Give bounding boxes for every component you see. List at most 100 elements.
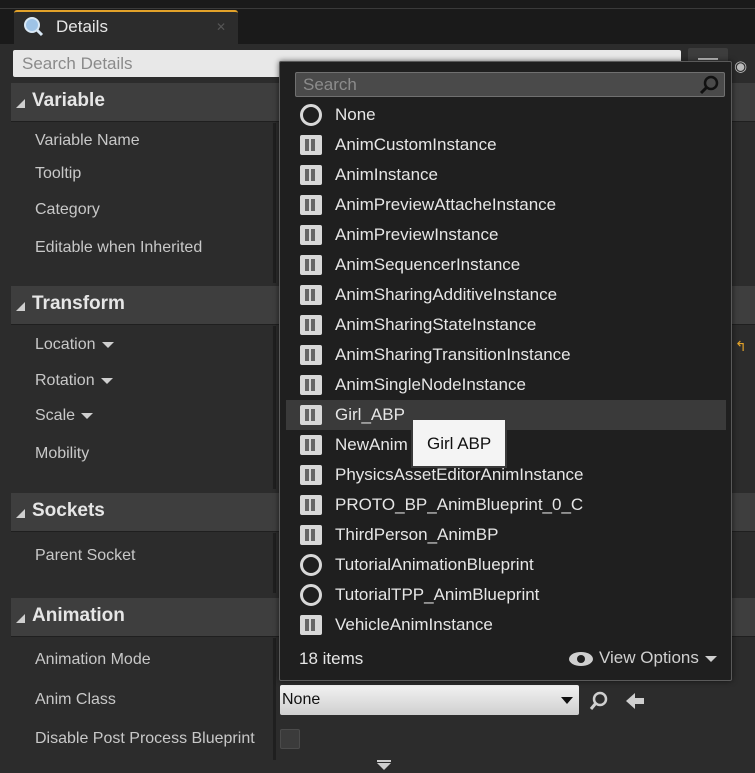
anim-blueprint-icon xyxy=(300,375,322,395)
anim-class-value: None xyxy=(282,691,321,708)
dropdown-search-placeholder: Search xyxy=(303,75,357,94)
dropdown-item-label: VehicleAnimInstance xyxy=(335,615,493,634)
tab-close-icon[interactable]: ✕ xyxy=(216,20,226,34)
column-divider[interactable] xyxy=(273,326,276,489)
collapse-triangle-icon xyxy=(16,99,25,108)
dropdown-list-item[interactable]: AnimPreviewAttacheInstance xyxy=(286,190,726,220)
prop-rotation[interactable]: Rotation xyxy=(35,372,113,390)
none-ring-icon xyxy=(300,584,322,606)
browse-asset-icon[interactable] xyxy=(588,690,610,712)
chevron-down-icon xyxy=(81,412,94,419)
prop-rotation-label: Rotation xyxy=(35,372,95,389)
chevron-down-icon xyxy=(704,655,717,662)
anim-blueprint-icon xyxy=(300,615,322,635)
view-options-button[interactable]: View Options xyxy=(569,648,717,668)
anim-blueprint-icon xyxy=(300,405,322,425)
anim-blueprint-icon xyxy=(300,345,322,365)
prop-scale[interactable]: Scale xyxy=(35,407,94,425)
anim-class-combo[interactable]: None xyxy=(280,685,579,715)
dropdown-list-item[interactable]: AnimCustomInstance xyxy=(286,130,726,160)
magnifier-icon xyxy=(24,17,44,37)
dropdown-list-item[interactable]: AnimInstance xyxy=(286,160,726,190)
dropdown-item-label: AnimSingleNodeInstance xyxy=(335,375,526,394)
chevron-down-icon xyxy=(100,377,113,384)
dropdown-item-label: PhysicsAssetEditorAnimInstance xyxy=(335,465,584,484)
dropdown-list-item[interactable]: TutorialTPP_AnimBlueprint xyxy=(286,580,726,610)
details-search-placeholder: Search Details xyxy=(22,54,133,73)
dropdown-list-item[interactable]: AnimSharingAdditiveInstance xyxy=(286,280,726,310)
section-title: Transform xyxy=(32,293,125,314)
dropdown-list-item[interactable]: AnimSingleNodeInstance xyxy=(286,370,726,400)
dropdown-item-label: AnimCustomInstance xyxy=(335,135,497,154)
dropdown-item-label: ThirdPerson_AnimBP xyxy=(335,525,499,544)
dropdown-item-label: AnimInstance xyxy=(335,165,438,184)
section-title: Sockets xyxy=(32,500,105,521)
prop-disable-post-process: Disable Post Process Blueprint xyxy=(35,730,255,747)
prop-mobility: Mobility xyxy=(35,445,90,462)
dropdown-search-input[interactable]: Search xyxy=(295,72,725,97)
tab-bar-divider xyxy=(0,8,755,9)
collapse-triangle-icon xyxy=(16,509,25,518)
dropdown-item-label: TutorialAnimationBlueprint xyxy=(335,555,534,574)
dropdown-list-item[interactable]: AnimPreviewInstance xyxy=(286,220,726,250)
disable-post-process-checkbox[interactable] xyxy=(280,729,300,749)
reset-to-default-icon[interactable]: ↰ xyxy=(735,338,747,355)
dropdown-item-label: PROTO_BP_AnimBlueprint_0_C xyxy=(335,495,584,514)
none-ring-icon xyxy=(300,554,322,576)
dropdown-list-item[interactable]: ThirdPerson_AnimBP xyxy=(286,520,726,550)
collapse-triangle-icon xyxy=(16,302,25,311)
prop-location[interactable]: Location xyxy=(35,336,114,354)
search-icon xyxy=(699,75,719,95)
prop-anim-class: Anim Class xyxy=(35,691,116,708)
collapse-triangle-icon xyxy=(16,614,25,623)
anim-blueprint-icon xyxy=(300,195,322,215)
dropdown-list-item[interactable]: TutorialAnimationBlueprint xyxy=(286,550,726,580)
dropdown-item-label: AnimSharingStateInstance xyxy=(335,315,537,334)
dropdown-list-item[interactable]: AnimSequencerInstance xyxy=(286,250,726,280)
prop-tooltip: Tooltip xyxy=(35,165,82,182)
anim-blueprint-icon xyxy=(300,225,322,245)
anim-class-dropdown: Search None AnimCustomInstance AnimInstanc… xyxy=(279,61,732,681)
dropdown-list-item[interactable]: AnimSharingTransitionInstance xyxy=(286,340,726,370)
item-tooltip: Girl ABP xyxy=(411,418,507,468)
column-divider[interactable] xyxy=(273,638,276,760)
none-ring-icon xyxy=(300,104,322,126)
tab-details[interactable]: Details ✕ xyxy=(14,10,238,44)
chevron-down-icon xyxy=(101,341,114,348)
dropdown-item-label: NewAnim xyxy=(335,435,408,454)
anim-blueprint-icon xyxy=(300,495,322,515)
section-title: Variable xyxy=(32,90,105,111)
dropdown-item-label: AnimSharingTransitionInstance xyxy=(335,345,571,364)
dropdown-item-label: AnimSharingAdditiveInstance xyxy=(335,285,558,304)
scroll-bottom-line-icon xyxy=(377,760,391,762)
view-options-label: View Options xyxy=(599,648,699,667)
chevron-down-icon xyxy=(561,697,573,704)
dropdown-list-item[interactable]: PROTO_BP_AnimBlueprint_0_C xyxy=(286,490,726,520)
dropdown-item-label: None xyxy=(335,105,376,124)
prop-scale-label: Scale xyxy=(35,407,76,424)
dropdown-item-label: AnimPreviewAttacheInstance xyxy=(335,195,557,214)
anim-blueprint-icon xyxy=(300,525,322,545)
column-divider[interactable] xyxy=(273,123,276,283)
use-selected-arrow-icon[interactable] xyxy=(624,690,646,712)
tooltip-text: Girl ABP xyxy=(427,434,492,453)
dropdown-list: None AnimCustomInstance AnimInstance AnimPr… xyxy=(286,100,726,640)
prop-editable-when-inherited: Editable when Inherited xyxy=(35,239,203,256)
dropdown-item-label: AnimSequencerInstance xyxy=(335,255,521,274)
list-icon xyxy=(698,58,718,60)
anim-blueprint-icon xyxy=(300,285,322,305)
tab-title: Details xyxy=(56,17,108,36)
column-divider[interactable] xyxy=(273,533,276,593)
dropdown-item-label: AnimPreviewInstance xyxy=(335,225,499,244)
item-count: 18 items xyxy=(299,649,364,668)
dropdown-list-item[interactable]: VehicleAnimInstance xyxy=(286,610,726,640)
scroll-down-icon[interactable] xyxy=(377,763,391,770)
prop-location-label: Location xyxy=(35,336,96,353)
prop-parent-socket: Parent Socket xyxy=(35,547,136,564)
anim-blueprint-icon xyxy=(300,135,322,155)
anim-blueprint-icon xyxy=(300,255,322,275)
view-options-eye-icon[interactable]: ◉ xyxy=(734,57,747,75)
dropdown-list-item[interactable]: None xyxy=(286,100,726,130)
dropdown-list-item[interactable]: AnimSharingStateInstance xyxy=(286,310,726,340)
anim-blueprint-icon xyxy=(300,435,322,455)
